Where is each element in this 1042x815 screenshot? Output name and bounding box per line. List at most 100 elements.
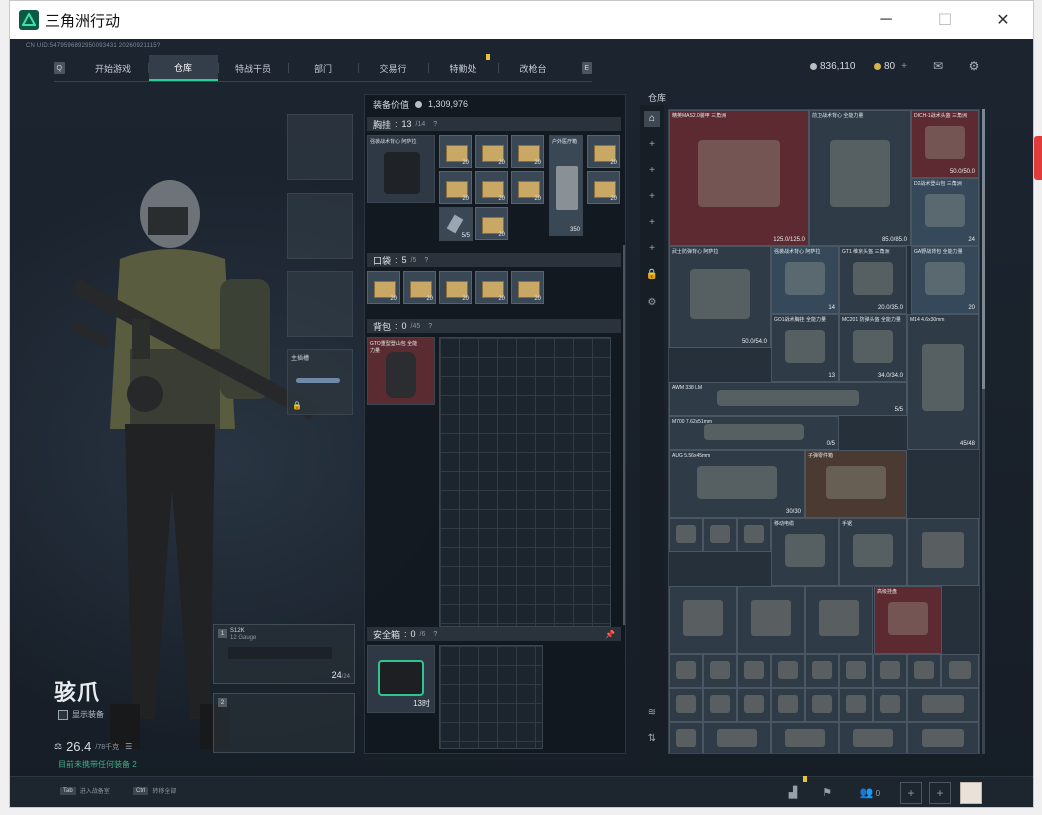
tab-5-icon[interactable]: + [644,241,660,257]
help-icon[interactable]: ? [433,631,437,638]
warehouse-item[interactable] [805,586,873,654]
warehouse-item[interactable] [669,722,703,753]
warehouse-item[interactable] [737,654,771,688]
ammo-box-item[interactable]: 20 [439,271,472,304]
ammo-box-item[interactable]: 20 [439,171,472,204]
squad-slot-2[interactable]: + [929,782,951,804]
warehouse-item[interactable] [907,688,979,722]
secondary-weapon-slot[interactable]: 2 [213,693,355,753]
ammo-box-item[interactable]: 20 [511,171,544,204]
warehouse-item[interactable] [873,688,907,722]
warehouse-scroll-thumb[interactable] [982,109,985,389]
nav-tab[interactable]: 交易行 [359,55,428,81]
safebox-item[interactable]: 13时 [367,645,435,713]
ammo-box-item[interactable]: 20 [587,135,620,168]
show-gear-checkbox[interactable] [58,709,68,720]
nav-tab[interactable]: 部门 [289,55,358,81]
warehouse-item[interactable] [771,722,839,753]
ammo-box-item[interactable]: 20 [439,135,472,168]
add-tab-icon[interactable]: + [644,137,660,153]
med-kit-item[interactable]: 户外医疗箱 350 [549,135,583,236]
warehouse-item[interactable]: D2战术登山包 三角洲 24 [911,178,979,246]
gold-add-button[interactable]: + [901,61,907,72]
lock-icon[interactable]: 🔒 [644,267,660,283]
gold-currency[interactable]: 80 + [874,61,907,72]
warehouse-item[interactable] [703,688,737,722]
warehouse-item[interactable] [805,654,839,688]
sort-icon[interactable]: ⇅ [644,731,660,747]
stats-icon[interactable]: ▟ [782,782,804,804]
melee-slot[interactable]: 主插槽 🔒 [287,349,353,415]
ammo-box-item[interactable]: 20 [475,207,508,240]
warehouse-item[interactable]: GO1战术胸挂 全能力量 13 [771,314,839,382]
maximize-button[interactable]: ☐ [922,1,968,39]
backpack-grid[interactable] [439,337,611,627]
nav-left-key[interactable]: Q [54,62,65,74]
warehouse-item[interactable] [771,688,805,722]
warehouse-item[interactable] [703,722,771,753]
ammo-box-item[interactable]: 20 [367,271,400,304]
pin-icon[interactable]: 📌 [605,630,615,639]
warehouse-item[interactable] [703,518,737,552]
backpack-item[interactable]: GTO重型登山包 全能力量 [367,337,435,405]
help-icon[interactable]: ? [428,323,432,330]
tab-4-icon[interactable]: + [644,215,660,231]
warehouse-item[interactable]: 武士防弹背心 阿萨拉 50.0/54.0 [669,246,771,348]
warehouse-item[interactable]: 手锯 [839,518,907,586]
squad-slot-1[interactable]: + [900,782,922,804]
helmet-slot[interactable] [287,114,353,180]
warehouse-item[interactable]: M700 7.62x51mm 0/5 [669,416,839,450]
ammo-box-item[interactable]: 20 [403,271,436,304]
warehouse-item[interactable] [873,654,907,688]
warehouse-item[interactable]: 高级挂盘 [874,586,942,654]
enter-prep-room-hint[interactable]: Tab 进入战备室 [60,786,110,795]
warehouse-item[interactable]: AWM 338 LM 5/5 [669,382,907,416]
ammo-box-item[interactable]: 20 [475,171,508,204]
primary-weapon-slot[interactable]: 1 S12K 12 Gauge 24/24 [213,624,355,684]
warehouse-item[interactable]: AUG 5.56x45mm 30/30 [669,450,805,518]
warehouse-item[interactable] [737,586,805,654]
warehouse-item[interactable] [703,654,737,688]
ammo-box-item[interactable]: 20 [475,271,508,304]
warehouse-item[interactable] [907,722,979,753]
show-gear-toggle[interactable]: 显示装备 [58,709,104,720]
warehouse-item[interactable] [839,654,873,688]
ammo-box-item[interactable]: 20 [475,135,508,168]
warehouse-item[interactable] [907,654,941,688]
warehouse-item[interactable] [839,688,873,722]
injector-item[interactable]: 5/5 [439,207,473,241]
warehouse-item[interactable]: GT1 维京头盔 三角洲 20.0/35.0 [839,246,907,314]
silver-currency[interactable]: 836,110 [810,61,855,72]
warehouse-item[interactable]: M14 4.6x30mm 45/48 [907,314,979,450]
transfer-all-hint[interactable]: Ctrl 转移全部 [133,786,176,795]
close-button[interactable]: ✕ [980,1,1026,39]
warehouse-item[interactable] [839,722,907,753]
tab-3-icon[interactable]: + [644,189,660,205]
warehouse-item[interactable] [941,654,979,688]
layers-icon[interactable]: ≋ [644,705,660,721]
nav-tab[interactable]: 特战干员 [219,55,288,81]
flag-icon[interactable]: ⚑ [816,782,838,804]
mail-icon[interactable]: ✉ [931,59,945,73]
warehouse-item[interactable] [669,688,703,722]
minimize-button[interactable]: ─ [863,1,909,39]
ammo-box-item[interactable]: 20 [511,271,544,304]
armor-slot[interactable] [287,193,353,259]
player-avatar[interactable] [960,782,982,804]
loadout-scrollbar[interactable] [623,245,625,625]
warehouse-item[interactable]: 前卫战术背心 全能力量 85.0/85.0 [809,110,911,246]
settings-icon[interactable]: ⚙ [644,295,660,311]
warehouse-item[interactable]: GA野战背包 全能力量 20 [911,246,979,314]
friends-icon[interactable]: 👥 0 [855,782,885,804]
warehouse-item[interactable]: 子弹零件箱 [805,450,907,518]
warehouse-item[interactable] [737,688,771,722]
warehouse-item[interactable] [669,518,703,552]
warehouse-item[interactable] [669,586,737,654]
warehouse-item[interactable] [737,518,771,552]
warehouse-item[interactable] [669,654,703,688]
warehouse-item[interactable]: 精英MAS2.0装甲 三角洲 125.0/125.0 [669,110,809,246]
pistol-slot[interactable] [287,271,353,337]
help-icon[interactable]: ? [424,257,428,264]
settings-gear-icon[interactable]: ⚙ [967,59,981,73]
warehouse-item[interactable] [805,688,839,722]
